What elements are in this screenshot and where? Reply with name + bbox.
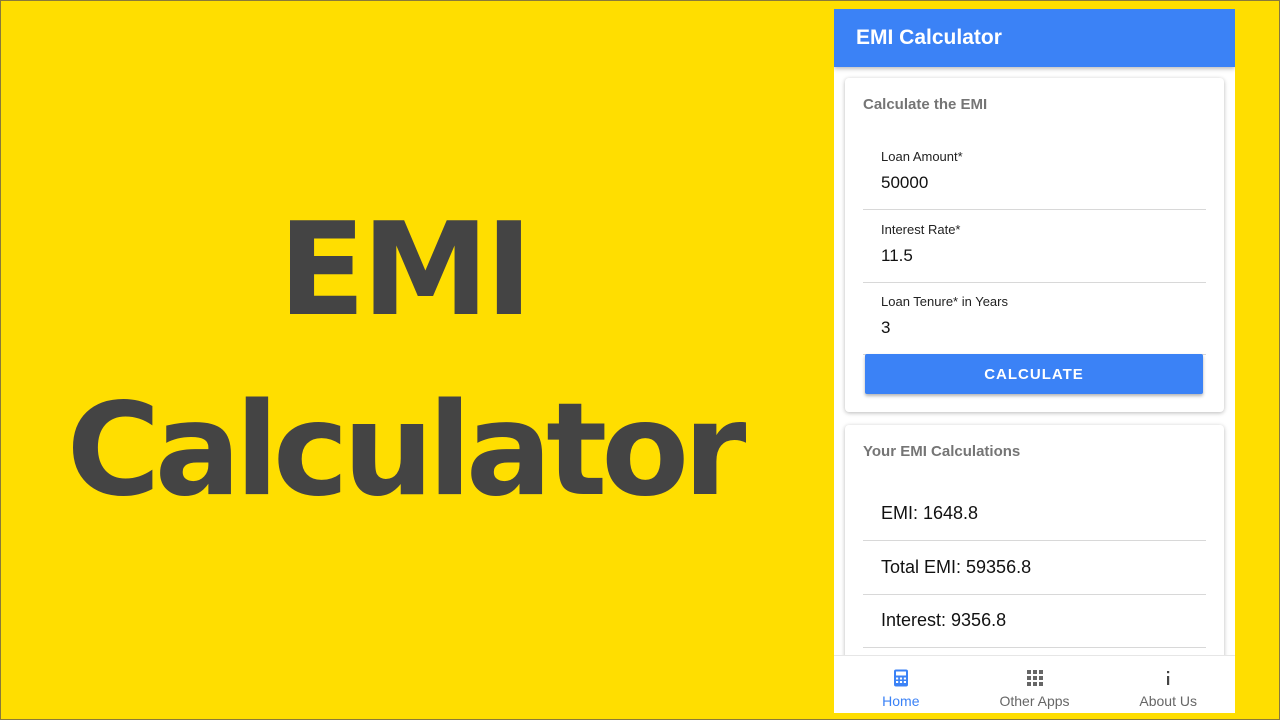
result-emi: EMI: 1648.8 (881, 503, 979, 523)
calculate-card: Calculate the EMI Loan Amount* 50000 Int… (845, 78, 1224, 412)
phone-screen: EMI Calculator Calculate the EMI Loan Am… (834, 9, 1235, 713)
interest-rate-label: Interest Rate* (881, 222, 961, 237)
result-emi-row: EMI: 1648.8 (863, 487, 1206, 541)
loan-tenure-label: Loan Tenure* in Years (881, 294, 1008, 309)
main-content[interactable]: Calculate the EMI Loan Amount* 50000 Int… (834, 67, 1235, 655)
app-bar: EMI Calculator (834, 9, 1235, 67)
result-total-emi-row: Total EMI: 59356.8 (863, 541, 1206, 595)
promo-line-2: Calculator (66, 376, 747, 525)
interest-rate-input[interactable]: 11.5 (881, 246, 913, 266)
results-card: Your EMI Calculations EMI: 1648.8 Total … (845, 425, 1224, 655)
info-icon (1167, 671, 1170, 685)
loan-amount-input[interactable]: 50000 (881, 173, 928, 193)
calculator-icon (893, 669, 908, 687)
loan-amount-field[interactable]: Loan Amount* 50000 (863, 137, 1206, 210)
nav-other-apps-label: Other Apps (999, 693, 1070, 709)
grid-icon (1026, 670, 1043, 686)
promo-line-1: EMI (278, 196, 532, 345)
loan-tenure-field[interactable]: Loan Tenure* in Years 3 (863, 282, 1206, 355)
result-interest-row: Interest: 9356.8 (863, 594, 1206, 648)
bottom-navigation: Home Other Apps About Us (834, 655, 1235, 713)
nav-about-us-label: About Us (1139, 693, 1197, 709)
nav-about-us[interactable]: About Us (1101, 656, 1235, 713)
result-total-emi: Total EMI: 59356.8 (881, 557, 1032, 577)
result-interest: Interest: 9356.8 (881, 610, 1007, 630)
results-card-title: Your EMI Calculations (863, 443, 1021, 460)
calculate-card-title: Calculate the EMI (863, 96, 988, 113)
calculate-button[interactable]: CALCULATE (865, 354, 1203, 394)
promo-title: EMI Calculator (1, 196, 806, 526)
loan-amount-label: Loan Amount* (881, 149, 963, 164)
nav-home-label: Home (882, 693, 920, 709)
interest-rate-field[interactable]: Interest Rate* 11.5 (863, 210, 1206, 283)
nav-other-apps[interactable]: Other Apps (968, 656, 1102, 713)
app-title: EMI Calculator (856, 26, 1002, 49)
nav-home[interactable]: Home (834, 656, 968, 713)
loan-tenure-input[interactable]: 3 (881, 318, 890, 338)
canvas: EMI Calculator EMI Calculator Calculate … (0, 0, 1280, 720)
